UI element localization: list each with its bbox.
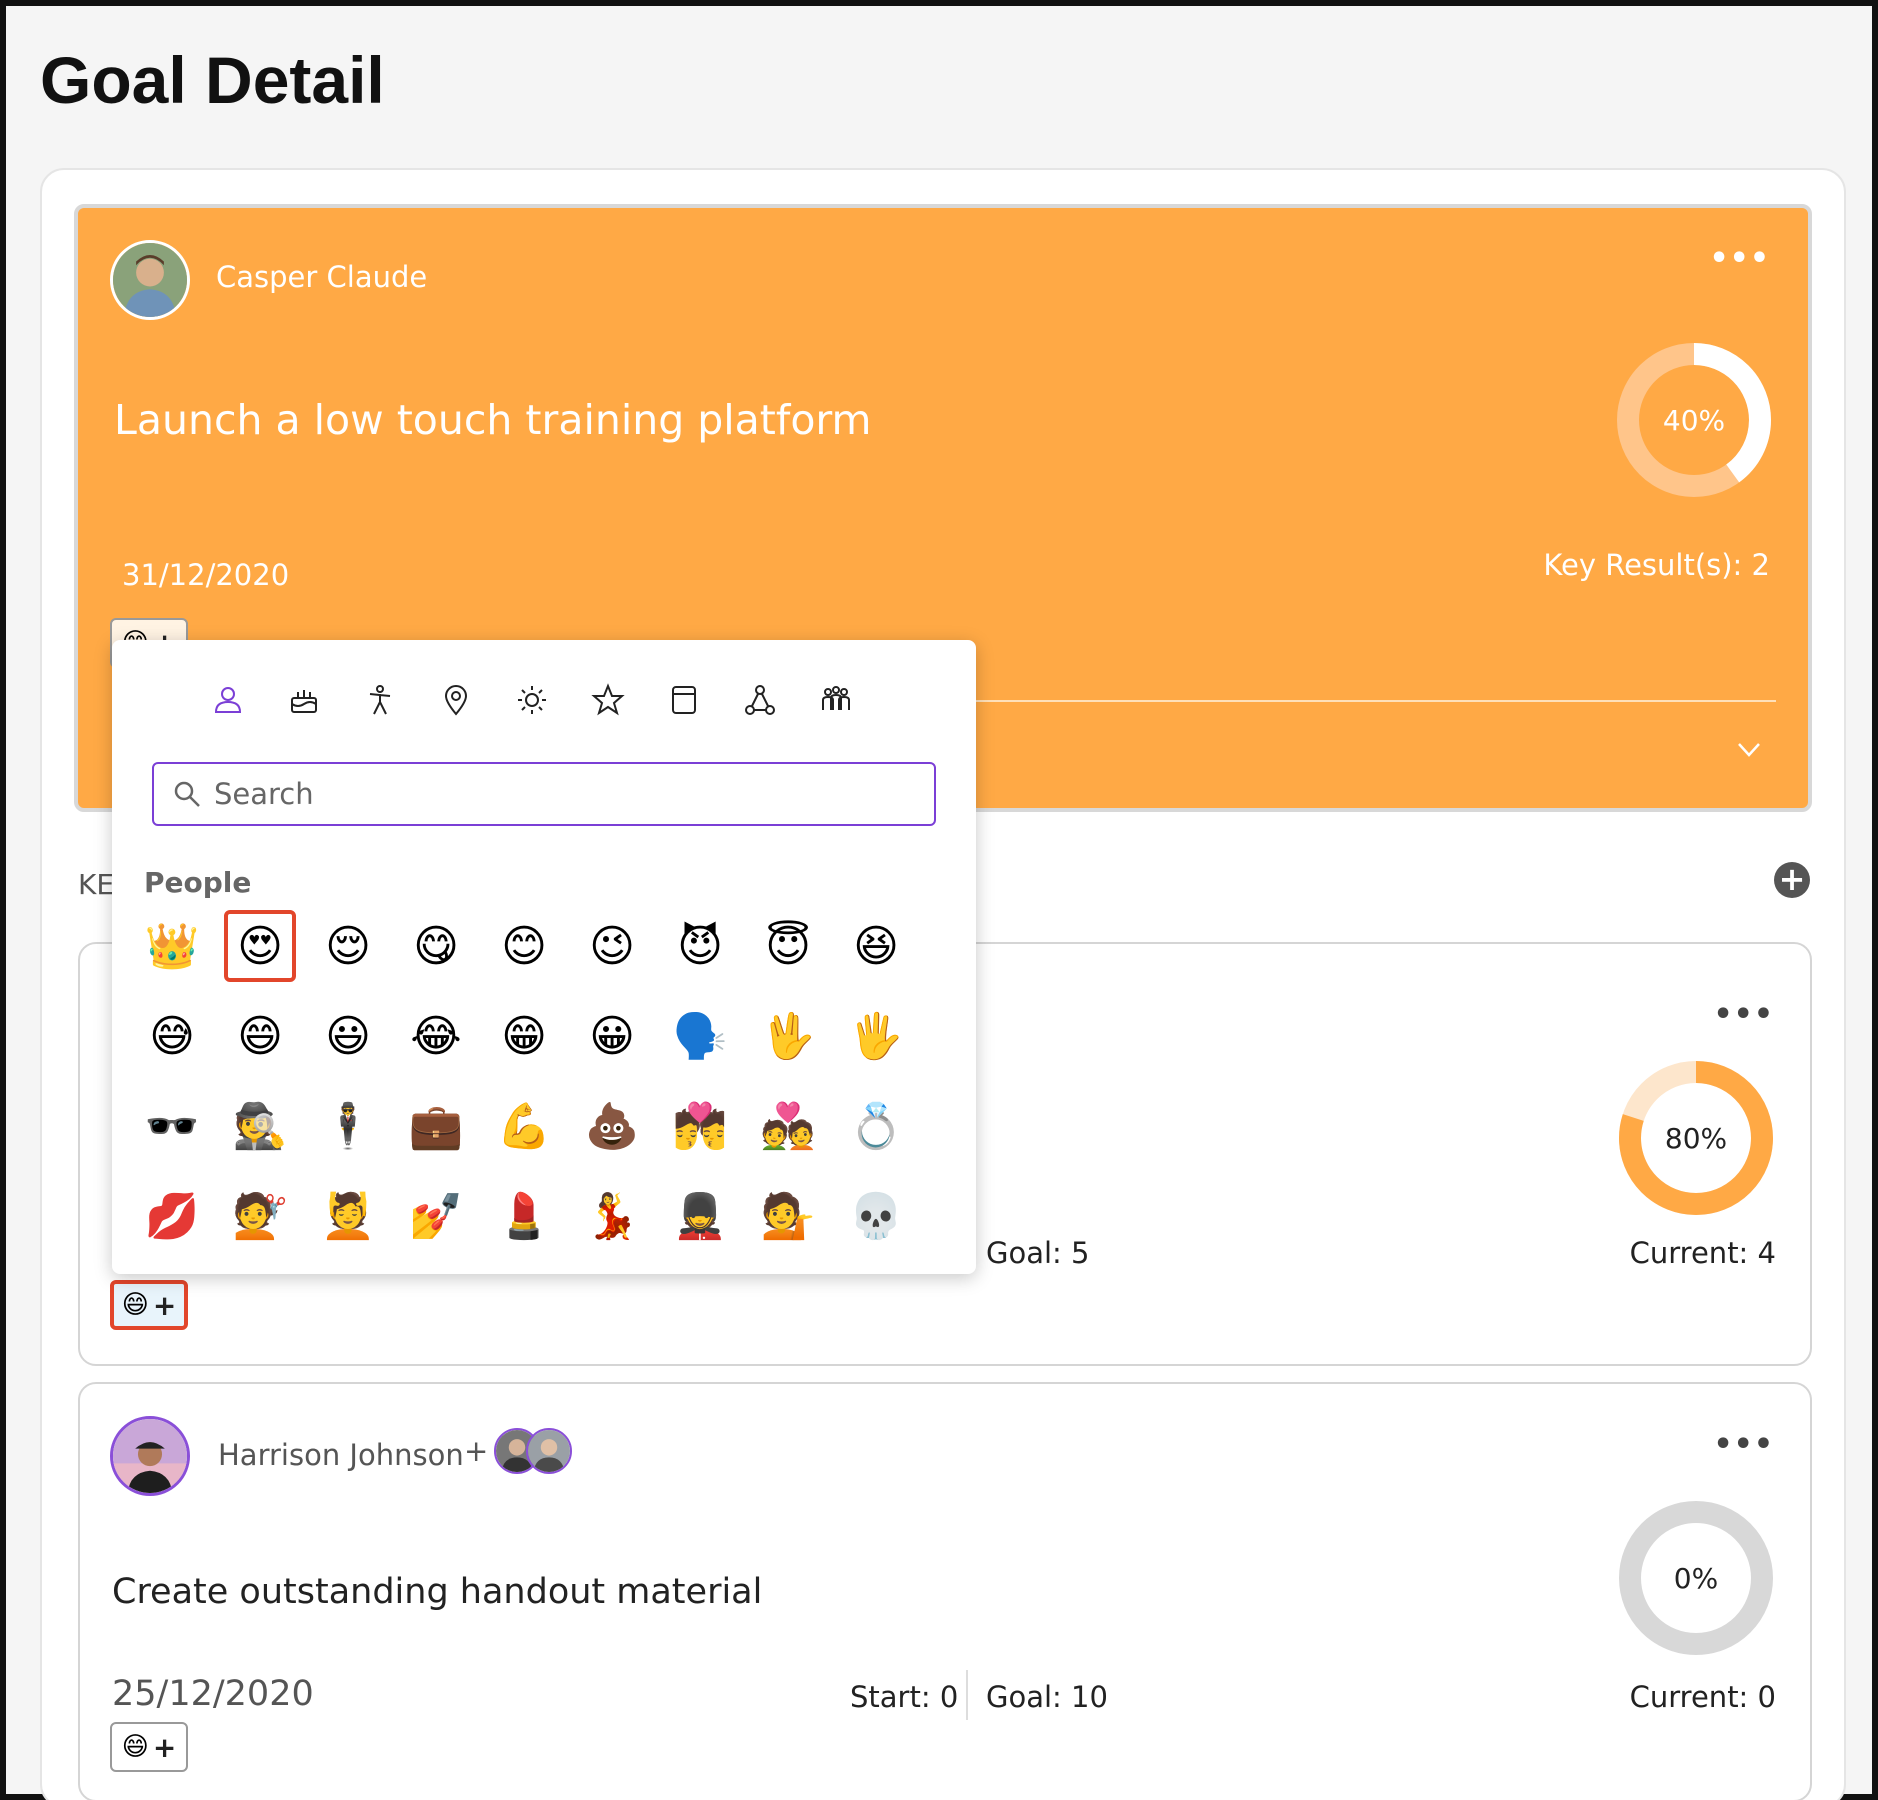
emoji-option[interactable]: 👑 <box>136 910 208 982</box>
emoji-option[interactable]: 💀 <box>840 1180 912 1252</box>
emoji-option[interactable]: 😌 <box>312 910 384 982</box>
divider <box>878 700 1776 702</box>
emoji-category-label: People <box>144 866 252 899</box>
emoji-option[interactable]: 💁 <box>752 1180 824 1252</box>
more-options-icon[interactable]: ••• <box>1713 1000 1774 1030</box>
kr2-goal: Goal: 10 <box>986 1680 1108 1714</box>
emoji-option[interactable]: 🖖 <box>752 1000 824 1072</box>
kr2-progress-ring: 0% <box>1616 1498 1776 1658</box>
emoji-option[interactable]: 🕵️ <box>224 1090 296 1162</box>
owner-avatar[interactable] <box>110 1416 190 1496</box>
more-options-icon[interactable]: ••• <box>1713 1430 1774 1460</box>
emoji-option[interactable]: 😈 <box>664 910 736 982</box>
emoji-option[interactable]: 🖐️ <box>840 1000 912 1072</box>
emoji-option[interactable]: 😀 <box>576 1000 648 1072</box>
key-result-card-2[interactable]: Harrison Johnson + ••• Create outstandin… <box>78 1382 1812 1800</box>
search-icon <box>174 781 200 807</box>
emoji-option[interactable]: 😊 <box>488 910 560 982</box>
emoji-search-input[interactable] <box>214 777 914 811</box>
food-icon[interactable] <box>286 682 322 718</box>
key-results-count: Key Result(s): 2 <box>1543 548 1770 582</box>
smile-icon: 😄 <box>121 1732 149 1762</box>
owner-avatar[interactable] <box>110 240 190 320</box>
emoji-option[interactable]: 😉 <box>576 910 648 982</box>
emoji-option[interactable]: 💍 <box>840 1090 912 1162</box>
flags-icon[interactable] <box>666 682 702 718</box>
kr1-progress-label: 80% <box>1664 1121 1728 1155</box>
kr1-progress-ring: 80% <box>1616 1058 1776 1218</box>
objective-title: Launch a low touch training platform <box>114 396 872 444</box>
page-title: Goal Detail <box>40 43 385 117</box>
emoji-option[interactable]: 😋 <box>400 910 472 982</box>
more-options-icon[interactable]: ••• <box>1709 244 1770 274</box>
emoji-option[interactable]: 💅 <box>400 1180 472 1252</box>
emoji-search-field[interactable] <box>152 762 936 826</box>
emoji-option[interactable]: 😆 <box>840 910 912 982</box>
kr2-progress-label: 0% <box>1673 1561 1719 1595</box>
kr2-owner-name[interactable]: Harrison Johnson <box>218 1438 464 1472</box>
emoji-option[interactable]: 🕴️ <box>312 1090 384 1162</box>
emoji-option[interactable]: 💂 <box>664 1180 736 1252</box>
kr1-reaction-button[interactable]: 😄 + <box>110 1280 188 1330</box>
kr2-due-date: 25/12/2020 <box>112 1674 314 1714</box>
nature-icon[interactable] <box>742 682 778 718</box>
kr2-start: Start: 0 <box>850 1680 959 1714</box>
collaborator-avatar[interactable] <box>526 1428 572 1474</box>
emoji-option[interactable]: 😁 <box>488 1000 560 1072</box>
objective-progress-ring: 40% <box>1614 340 1774 500</box>
divider <box>966 1670 968 1720</box>
kr2-title: Create outstanding handout material <box>112 1572 763 1612</box>
emoji-option[interactable]: 😄 <box>224 1000 296 1072</box>
emoji-option[interactable]: 💏 <box>664 1090 736 1162</box>
objects-icon[interactable] <box>514 682 550 718</box>
emoji-picker: People 👑😍😌😋😊😉😈😇😆 😅😄😃😂😁😀🗣️🖖🖐️ 🕶️🕵️🕴️💼💪💩💏💑💍 💋… <box>112 640 976 1274</box>
emoji-option[interactable]: 😍 <box>224 910 296 982</box>
kr1-current: Current: 4 <box>1629 1236 1776 1270</box>
places-icon[interactable] <box>438 682 474 718</box>
custom-icon[interactable] <box>818 682 854 718</box>
objective-progress-label: 40% <box>1662 403 1726 437</box>
emoji-option[interactable]: 😇 <box>752 910 824 982</box>
emoji-option[interactable]: 🗣️ <box>664 1000 736 1072</box>
emoji-option[interactable]: 💃 <box>576 1180 648 1252</box>
activity-icon[interactable] <box>362 682 398 718</box>
emoji-option[interactable]: 😅 <box>136 1000 208 1072</box>
objective-due-date: 31/12/2020 <box>122 558 290 592</box>
people-icon[interactable] <box>210 682 246 718</box>
add-key-result-button[interactable]: + <box>1774 862 1810 898</box>
emoji-option[interactable]: 💪 <box>488 1090 560 1162</box>
emoji-option[interactable]: 💼 <box>400 1090 472 1162</box>
emoji-option[interactable]: 😃 <box>312 1000 384 1072</box>
emoji-option[interactable]: 💇 <box>224 1180 296 1252</box>
smile-icon: 😄 <box>121 1290 149 1320</box>
emoji-option[interactable]: 💋 <box>136 1180 208 1252</box>
chevron-down-icon[interactable] <box>1736 736 1762 762</box>
emoji-option[interactable]: 💄 <box>488 1180 560 1252</box>
symbols-icon[interactable] <box>590 682 626 718</box>
emoji-option[interactable]: 💆 <box>312 1180 384 1252</box>
emoji-option[interactable]: 💩 <box>576 1090 648 1162</box>
key-results-heading: KE <box>78 868 115 901</box>
emoji-grid: 👑 😍 😌 😋 😊 😉 😈 😇 😆 😅 😄 😃 😂 😁 😀 🗣️ 🖖 🖐️ 🕶️ 🕵️ 🕴️ 💼 💪 💩 💏 💑 💍 💋 💇 💆 💅 💄 💃 💂 💁… <box>136 910 928 1270</box>
plus-icon: + <box>152 1288 177 1322</box>
plus-icon: + <box>152 1730 177 1764</box>
emoji-option[interactable]: 😂 <box>400 1000 472 1072</box>
kr1-goal: Goal: 5 <box>986 1236 1090 1270</box>
emoji-option[interactable]: 💑 <box>752 1090 824 1162</box>
plus-separator: + <box>464 1434 489 1468</box>
owner-name[interactable]: Casper Claude <box>216 260 427 294</box>
emoji-category-tabs <box>210 682 854 718</box>
kr2-reaction-button[interactable]: 😄 + <box>110 1722 188 1772</box>
emoji-option[interactable]: 🕶️ <box>136 1090 208 1162</box>
kr2-current: Current: 0 <box>1629 1680 1776 1714</box>
